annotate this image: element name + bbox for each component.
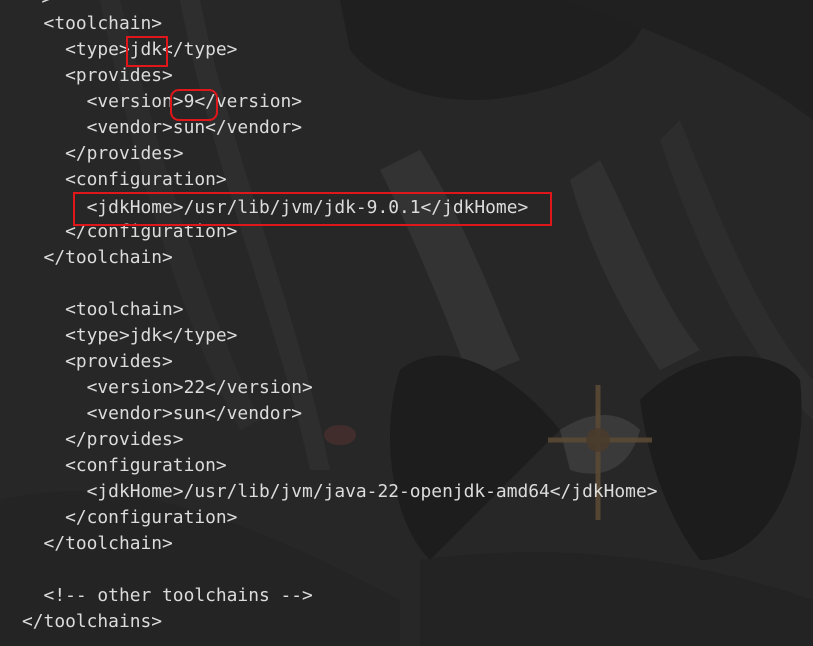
code-line-8: <configuration> bbox=[22, 169, 227, 190]
code-line-5: <version>9</version> bbox=[22, 91, 303, 112]
code-editor[interactable]: --> <toolchain> <type>jdk</type> <provid… bbox=[0, 0, 813, 646]
code-line-7: </provides> bbox=[22, 143, 184, 164]
code-line-15: <provides> bbox=[22, 351, 173, 372]
code-line-20: <jdkHome>/usr/lib/jvm/java-22-openjdk-am… bbox=[22, 481, 658, 502]
code-line-10: </configuration> bbox=[22, 221, 238, 242]
code-line-9: <jdkHome>/usr/lib/jvm/jdk-9.0.1</jdkHome… bbox=[22, 197, 529, 218]
code-line-14: <type>jdk</type> bbox=[22, 325, 238, 346]
code-line-21: </configuration> bbox=[22, 507, 238, 528]
code-line-6: <vendor>sun</vendor> bbox=[22, 117, 303, 138]
code-line-4: <provides> bbox=[22, 65, 173, 86]
code-line-22: </toolchain> bbox=[22, 533, 173, 554]
code-line-2: <toolchain> bbox=[22, 13, 163, 34]
code-line-24: <!-- other toolchains --> bbox=[22, 585, 313, 606]
code-line-19: <configuration> bbox=[22, 455, 227, 476]
code-line-16: <version>22</version> bbox=[22, 377, 313, 398]
code-line-13: <toolchain> bbox=[22, 299, 184, 320]
code-line-3: <type>jdk</type> bbox=[22, 39, 238, 60]
code-line-11: </toolchain> bbox=[22, 247, 173, 268]
code-line-18: </provides> bbox=[22, 429, 184, 450]
code-line-17: <vendor>sun</vendor> bbox=[22, 403, 303, 424]
code-line-25: </toolchains> bbox=[22, 611, 163, 632]
